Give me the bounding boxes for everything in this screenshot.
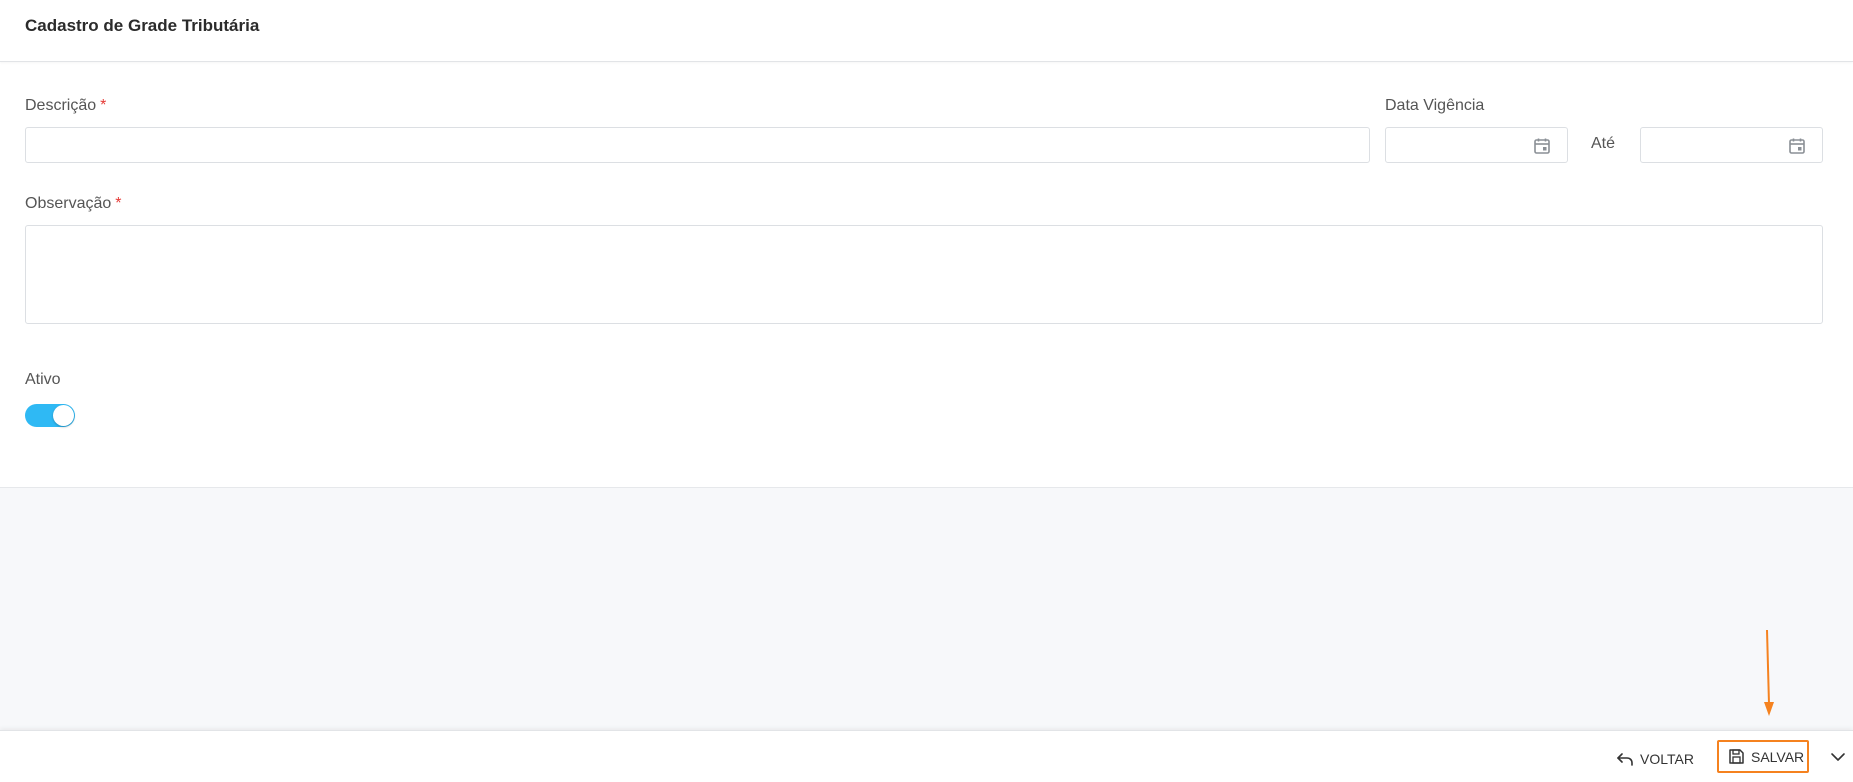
page-header: Cadastro de Grade Tributária <box>0 0 1853 62</box>
data-vigencia-label: Data Vigência <box>1385 97 1485 114</box>
undo-arrow-icon <box>1617 753 1633 766</box>
required-mark: * <box>115 195 122 212</box>
required-mark: * <box>100 97 107 114</box>
toggle-knob <box>53 405 74 426</box>
observacao-textarea[interactable] <box>25 225 1823 324</box>
ativo-label: Ativo <box>25 371 61 388</box>
salvar-button[interactable]: SALVAR <box>1717 740 1809 773</box>
observacao-label: Observação * <box>25 195 122 213</box>
observacao-label-text: Observação <box>25 195 112 212</box>
descricao-input[interactable] <box>25 127 1370 163</box>
voltar-button[interactable]: VOLTAR <box>1616 744 1694 774</box>
footer-bar: VOLTAR SALVAR <box>0 730 1853 782</box>
ativo-toggle[interactable] <box>25 404 75 427</box>
form-card: Cadastro de Grade Tributária Descrição * … <box>0 0 1853 488</box>
page-title: Cadastro de Grade Tributária <box>25 16 260 35</box>
calendar-icon[interactable] <box>1788 137 1806 155</box>
descricao-label: Descrição * <box>25 97 106 115</box>
data-vigencia-to-input[interactable] <box>1640 127 1823 163</box>
descricao-label-text: Descrição <box>25 97 97 114</box>
chevron-down-icon[interactable] <box>1829 748 1847 766</box>
data-vigencia-ate-label: Até <box>1591 135 1616 152</box>
annotation-arrow-icon <box>1764 629 1774 716</box>
data-vigencia-from-input[interactable] <box>1385 127 1568 163</box>
salvar-label: SALVAR <box>1751 748 1805 765</box>
calendar-icon[interactable] <box>1533 137 1551 155</box>
voltar-label: VOLTAR <box>1640 751 1694 767</box>
save-icon <box>1729 749 1744 764</box>
